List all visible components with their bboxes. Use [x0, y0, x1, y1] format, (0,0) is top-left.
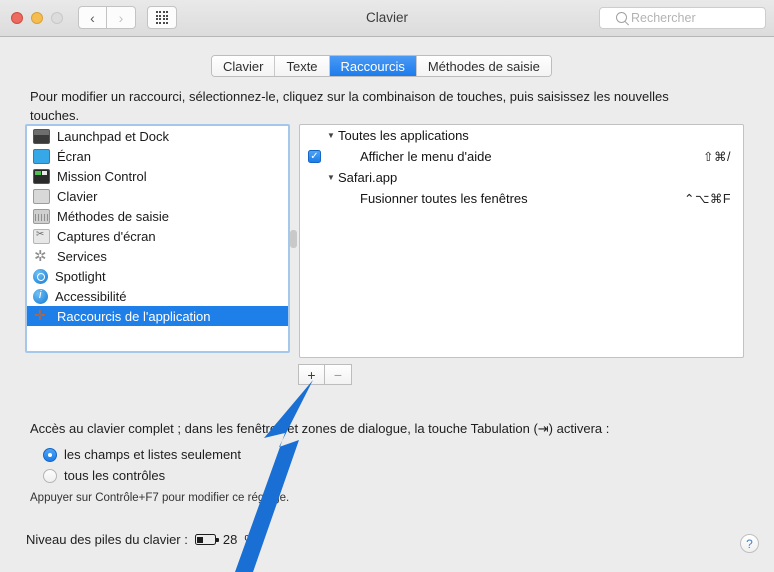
- shortcut-group-row[interactable]: ▼ Safari.app: [300, 167, 743, 188]
- radio-button-selected-icon[interactable]: [43, 447, 57, 462]
- sidebar-item-mission-control[interactable]: Mission Control: [27, 166, 288, 186]
- battery-level-value: 28: [222, 532, 238, 547]
- sidebar-item-label: Launchpad et Dock: [57, 128, 170, 144]
- tab-clavier[interactable]: Clavier: [212, 56, 276, 76]
- tab-texte[interactable]: Texte: [275, 56, 330, 76]
- keyboard-access-hint: Appuyer sur Contrôle+F7 pour modifier ce…: [30, 492, 290, 504]
- list-edit-buttons: + −: [298, 364, 352, 385]
- table-row[interactable]: ✓ Afficher le menu d'aide ⇧⌘/: [300, 146, 743, 167]
- shortcut-keys[interactable]: ⌃⌥⌘F: [684, 191, 731, 206]
- add-shortcut-button[interactable]: +: [298, 364, 325, 385]
- sidebar-item-services[interactable]: Services: [27, 246, 288, 266]
- app-shortcuts-icon: [33, 307, 50, 324]
- sidebar-item-spotlight[interactable]: Spotlight: [27, 266, 288, 286]
- tab-bar: Clavier Texte Raccourcis Méthodes de sai…: [211, 55, 552, 77]
- radio-all-controls[interactable]: tous les contrôles: [43, 468, 165, 483]
- battery-icon: [194, 534, 219, 545]
- input-methods-icon: [33, 208, 50, 224]
- sidebar-item-clavier[interactable]: Clavier: [27, 186, 288, 206]
- radio-fields-and-lists-only[interactable]: les champs et listes seulement: [43, 447, 241, 462]
- question-mark-icon: ?: [746, 536, 753, 551]
- shortcut-categories-list[interactable]: Launchpad et Dock Écran Mission Control …: [25, 124, 290, 353]
- gear-icon: [33, 247, 50, 265]
- sidebar-item-label: Raccourcis de l'application: [57, 308, 211, 324]
- instructions-text: Pour modifier un raccourci, sélectionnez…: [30, 89, 669, 123]
- tab-methodes-de-saisie[interactable]: Méthodes de saisie: [416, 56, 551, 76]
- launchpad-icon: [33, 128, 50, 144]
- shortcut-label: Fusionner toutes les fenêtres: [360, 191, 528, 206]
- radio-button-icon[interactable]: [43, 468, 57, 483]
- sidebar-item-launchpad-et-dock[interactable]: Launchpad et Dock: [27, 126, 288, 146]
- panel-splitter-handle[interactable]: [290, 230, 297, 248]
- display-icon: [33, 148, 50, 164]
- radio-label: les champs et listes seulement: [64, 447, 242, 462]
- shortcut-group-row[interactable]: ▼ Toutes les applications: [300, 125, 743, 146]
- spotlight-icon: [33, 268, 48, 284]
- screenshot-icon: [33, 228, 50, 244]
- sidebar-item-label: Spotlight: [55, 268, 106, 284]
- search-field[interactable]: Rechercher: [599, 7, 766, 29]
- sidebar-item-captures-decran[interactable]: Captures d'écran: [27, 226, 288, 246]
- sidebar-item-label: Clavier: [57, 188, 98, 204]
- tab-raccourcis[interactable]: Raccourcis: [329, 56, 417, 76]
- sidebar-item-methodes-de-saisie[interactable]: Méthodes de saisie: [27, 206, 288, 226]
- sidebar-item-label: Écran: [57, 148, 91, 164]
- sidebar-item-label: Services: [57, 248, 107, 264]
- shortcut-group-label: Toutes les applications: [338, 128, 469, 143]
- shortcuts-list[interactable]: ▼ Toutes les applications ✓ Afficher le …: [299, 124, 744, 358]
- search-placeholder: Rechercher: [631, 11, 696, 25]
- sidebar-item-label: Mission Control: [57, 168, 147, 184]
- sidebar-item-ecran[interactable]: Écran: [27, 146, 288, 166]
- radio-label: tous les contrôles: [64, 468, 166, 483]
- search-icon: [616, 12, 627, 23]
- table-row[interactable]: Fusionner toutes les fenêtres ⌃⌥⌘F: [300, 188, 743, 209]
- battery-level-unit: %: [244, 532, 256, 547]
- sidebar-item-raccourcis-de-lapplication[interactable]: Raccourcis de l'application: [27, 306, 288, 326]
- help-button[interactable]: ?: [740, 534, 759, 553]
- shortcut-checkbox[interactable]: ✓: [308, 150, 321, 163]
- sidebar-item-label: Captures d'écran: [57, 228, 156, 244]
- chevron-down-icon[interactable]: ▼: [324, 173, 338, 182]
- shortcut-keys[interactable]: ⇧⌘/: [703, 149, 731, 164]
- battery-level-row: Niveau des piles du clavier : 28 %: [26, 532, 256, 547]
- battery-level-label: Niveau des piles du clavier :: [26, 532, 188, 547]
- sidebar-item-label: Accessibilité: [55, 288, 127, 304]
- window-titlebar: ‹ › Clavier Rechercher: [0, 0, 774, 37]
- shortcut-group-label: Safari.app: [338, 170, 398, 185]
- shortcut-label: Afficher le menu d'aide: [360, 149, 492, 164]
- accessibility-icon: [33, 288, 48, 304]
- keyboard-icon: [33, 188, 50, 204]
- sidebar-item-accessibilite[interactable]: Accessibilité: [27, 286, 288, 306]
- mission-control-icon: [33, 168, 50, 184]
- remove-shortcut-button[interactable]: −: [325, 364, 352, 385]
- system-preferences-window: ‹ › Clavier Rechercher Clavier Texte Rac…: [0, 0, 774, 572]
- sidebar-item-label: Méthodes de saisie: [57, 208, 170, 224]
- full-keyboard-access-label: Accès au clavier complet ; dans les fenê…: [30, 421, 610, 436]
- chevron-down-icon[interactable]: ▼: [324, 131, 338, 140]
